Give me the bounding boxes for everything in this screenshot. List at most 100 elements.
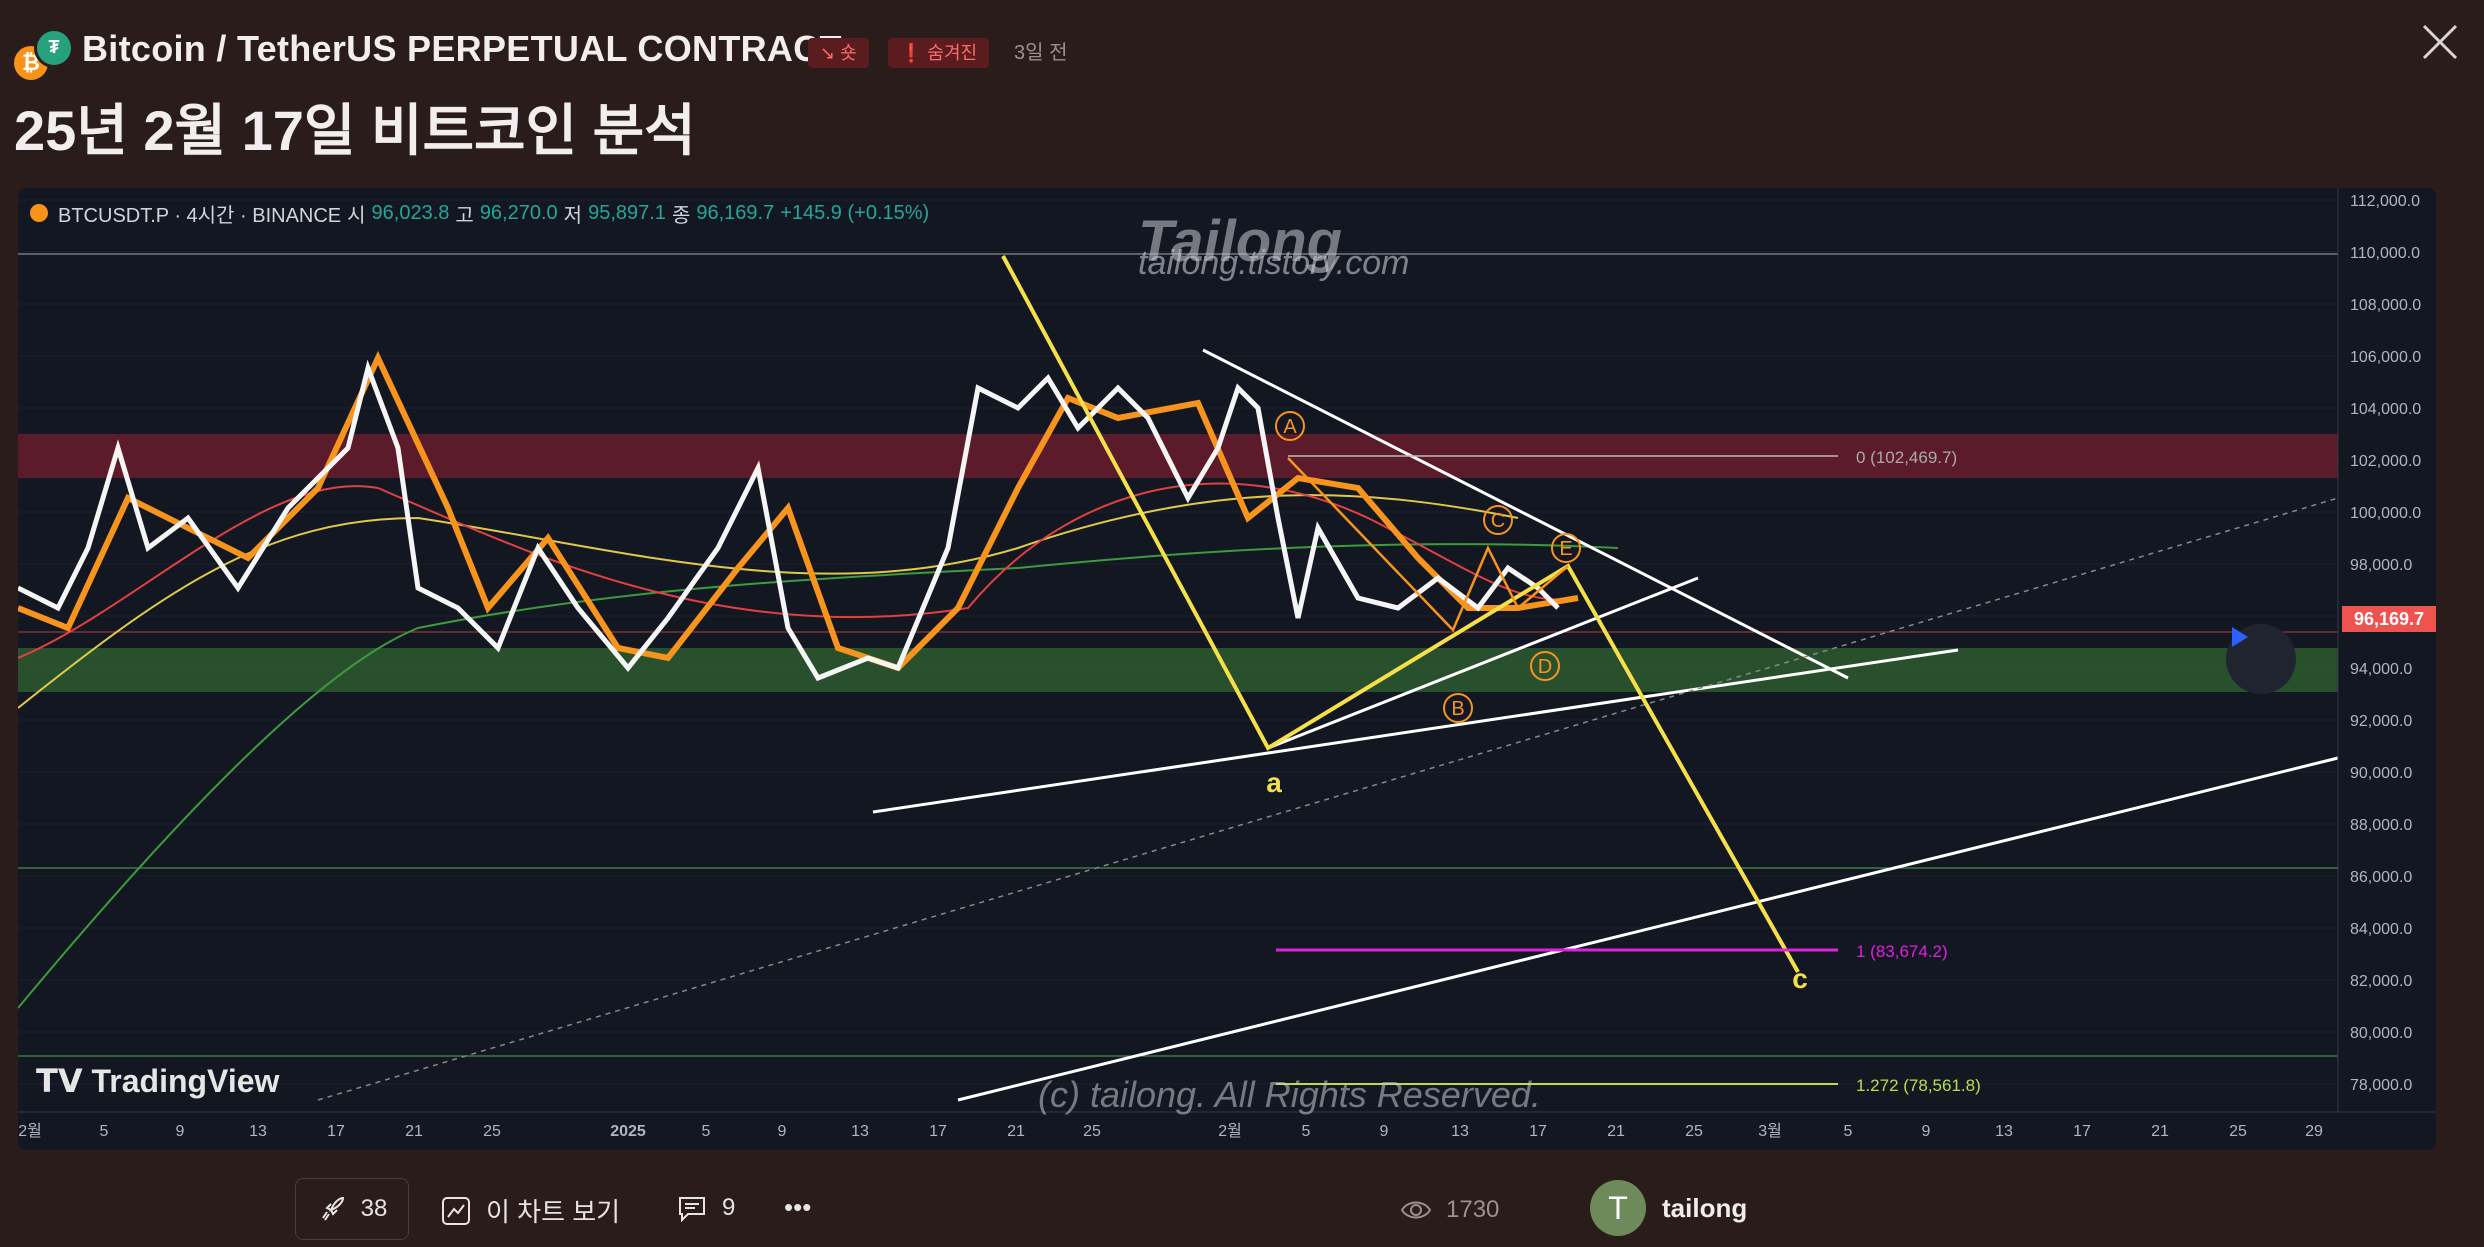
watermark-url: tailong.tistory.com — [1138, 244, 1410, 282]
close-icon[interactable] — [2420, 22, 2460, 62]
time-tick: 13 — [1451, 1123, 1469, 1140]
chart-grid — [18, 199, 2338, 1085]
publish-time: 3일 전 — [1014, 42, 1068, 64]
legend-close: 96,169.7 — [696, 201, 775, 224]
time-tick: 13 — [851, 1123, 869, 1140]
view-counter: 1730 — [1400, 1194, 1499, 1226]
idea-header: ₿ ₮ Bitcoin / TetherUS PERPETUAL CONTRAC… — [14, 22, 2404, 82]
short-badge: ↘ 숏 — [808, 38, 869, 68]
legend-low-label: 저 — [563, 204, 583, 227]
legend-low: 95,897.1 — [588, 201, 666, 224]
ma-200-line — [18, 543, 1619, 1009]
views-count: 1730 — [1446, 1196, 1500, 1223]
price-tick: 80,000.0 — [2350, 1025, 2412, 1042]
time-axis[interactable]: 2월 5 9 13 17 21 25 2025 5 9 13 17 21 25 … — [18, 1122, 2323, 1140]
boost-button[interactable]: 38 — [295, 1178, 409, 1240]
time-tick: 9 — [1380, 1123, 1389, 1140]
time-tick: 5 — [1302, 1123, 1311, 1140]
time-tick: 9 — [1922, 1123, 1931, 1140]
time-tick: 3월 — [1758, 1122, 1782, 1140]
price-tick: 94,000.0 — [2350, 661, 2412, 678]
time-tick: 17 — [327, 1123, 345, 1140]
play-icon — [2232, 627, 2248, 647]
wave-B-label: B — [1451, 698, 1464, 720]
price-tick: 84,000.0 — [2350, 921, 2412, 938]
wave-E-label: E — [1559, 538, 1572, 560]
author-profile[interactable]: T tailong — [1590, 1180, 1747, 1236]
comments-button[interactable]: 9 — [676, 1192, 735, 1224]
legend-high-label: 고 — [455, 204, 474, 227]
time-tick: 25 — [1083, 1123, 1101, 1140]
wave-D-label: D — [1538, 656, 1552, 678]
time-tick: 9 — [176, 1123, 185, 1140]
time-tick: 25 — [483, 1123, 501, 1140]
time-tick: 21 — [1007, 1123, 1025, 1140]
view-chart-button[interactable]: 이 차트 보기 — [440, 1192, 620, 1229]
tradingview-brand: TradingView — [91, 1063, 280, 1099]
time-tick: 21 — [405, 1123, 423, 1140]
fib-0-label: 0 (102,469.7) — [1856, 448, 1957, 467]
time-tick: 21 — [2151, 1123, 2169, 1140]
avatar: T — [1590, 1180, 1646, 1236]
time-tick: 2월 — [18, 1122, 42, 1140]
legend-close-label: 종 — [671, 204, 691, 227]
symbol-title[interactable]: Bitcoin / TetherUS PERPETUAL CONTRACT — [82, 28, 842, 70]
comment-count: 9 — [722, 1194, 736, 1221]
time-tick: 5 — [702, 1123, 711, 1140]
time-tick: 5 — [100, 1123, 109, 1140]
time-tick: 5 — [1844, 1123, 1853, 1140]
tradingview-logo[interactable]: 𝗧𝗩 TradingView — [36, 1062, 279, 1100]
time-tick: 13 — [1995, 1123, 2013, 1140]
chart-canvas[interactable]: A B C D E a c 0 (102,469.7) 1 (83,674.2)… — [18, 188, 2436, 1150]
boost-count: 38 — [360, 1195, 388, 1222]
support-zone — [18, 648, 2338, 692]
price-tick: 78,000.0 — [2350, 1077, 2412, 1094]
wave-A-label: A — [1283, 416, 1297, 438]
time-tick: 29 — [2305, 1123, 2323, 1140]
ma-20-line — [18, 350, 1579, 672]
play-button[interactable] — [2226, 624, 2296, 694]
time-tick: 25 — [1685, 1123, 1703, 1140]
price-tick: 98,000.0 — [2350, 557, 2412, 574]
chart-legend: BTCUSDT.P · 4시간 · BINANCE 시 96,023.8 고 96,… — [30, 200, 929, 227]
time-tick: 2월 — [1218, 1122, 1242, 1140]
tether-icon: ₮ — [34, 28, 74, 68]
fib-1272-label: 1.272 (78,561.8) — [1856, 1076, 1981, 1095]
price-tick: 110,000.0 — [2350, 245, 2420, 262]
time-tick: 2025 — [610, 1123, 646, 1140]
more-options-button[interactable]: ••• — [784, 1192, 811, 1223]
price-tick: 108,000.0 — [2350, 297, 2421, 314]
legend-symbol: BTCUSDT.P · 4시간 · BINANCE — [58, 204, 342, 227]
descending-trendline — [1202, 348, 1849, 680]
time-tick: 17 — [929, 1123, 947, 1140]
legend-open: 96,023.8 — [371, 201, 450, 224]
price-tick: 86,000.0 — [2350, 869, 2412, 886]
long-support-line — [957, 756, 2339, 1102]
price-tick: 92,000.0 — [2350, 713, 2412, 730]
price-tick: 104,000.0 — [2350, 401, 2421, 418]
idea-footer: 38 이 차트 보기 9 ••• 1730 T tailong — [0, 1178, 2484, 1244]
watermark-copyright: (c) tailong. All Rights Reserved. — [1038, 1074, 1541, 1115]
elliott-wave-path — [1001, 255, 1800, 973]
price-tick: 88,000.0 — [2350, 817, 2412, 834]
fib-1-label: 1 (83,674.2) — [1856, 942, 1948, 961]
time-tick: 17 — [2073, 1123, 2091, 1140]
current-price-tag: 96,169.7 — [2342, 606, 2436, 632]
time-tick: 17 — [1529, 1123, 1547, 1140]
author-name: tailong — [1662, 1192, 1748, 1223]
wave-C-label: C — [1491, 510, 1505, 532]
symbol-logo: ₿ ₮ — [14, 28, 74, 80]
price-tick: 82,000.0 — [2350, 973, 2412, 990]
price-tick: 90,000.0 — [2350, 765, 2412, 782]
bitcoin-icon — [30, 204, 48, 222]
wave-a-label: a — [1266, 767, 1282, 798]
wave-c-label: c — [1792, 963, 1808, 994]
eye-icon — [1400, 1201, 1432, 1219]
time-tick: 9 — [778, 1123, 787, 1140]
price-tick: 100,000.0 — [2350, 505, 2421, 522]
price-tick: 106,000.0 — [2350, 349, 2421, 366]
price-tick: 112,000.0 — [2350, 193, 2420, 210]
comment-icon — [679, 1197, 705, 1223]
tradingview-icon: 𝗧𝗩 — [36, 1063, 92, 1099]
time-tick: 21 — [1607, 1123, 1625, 1140]
